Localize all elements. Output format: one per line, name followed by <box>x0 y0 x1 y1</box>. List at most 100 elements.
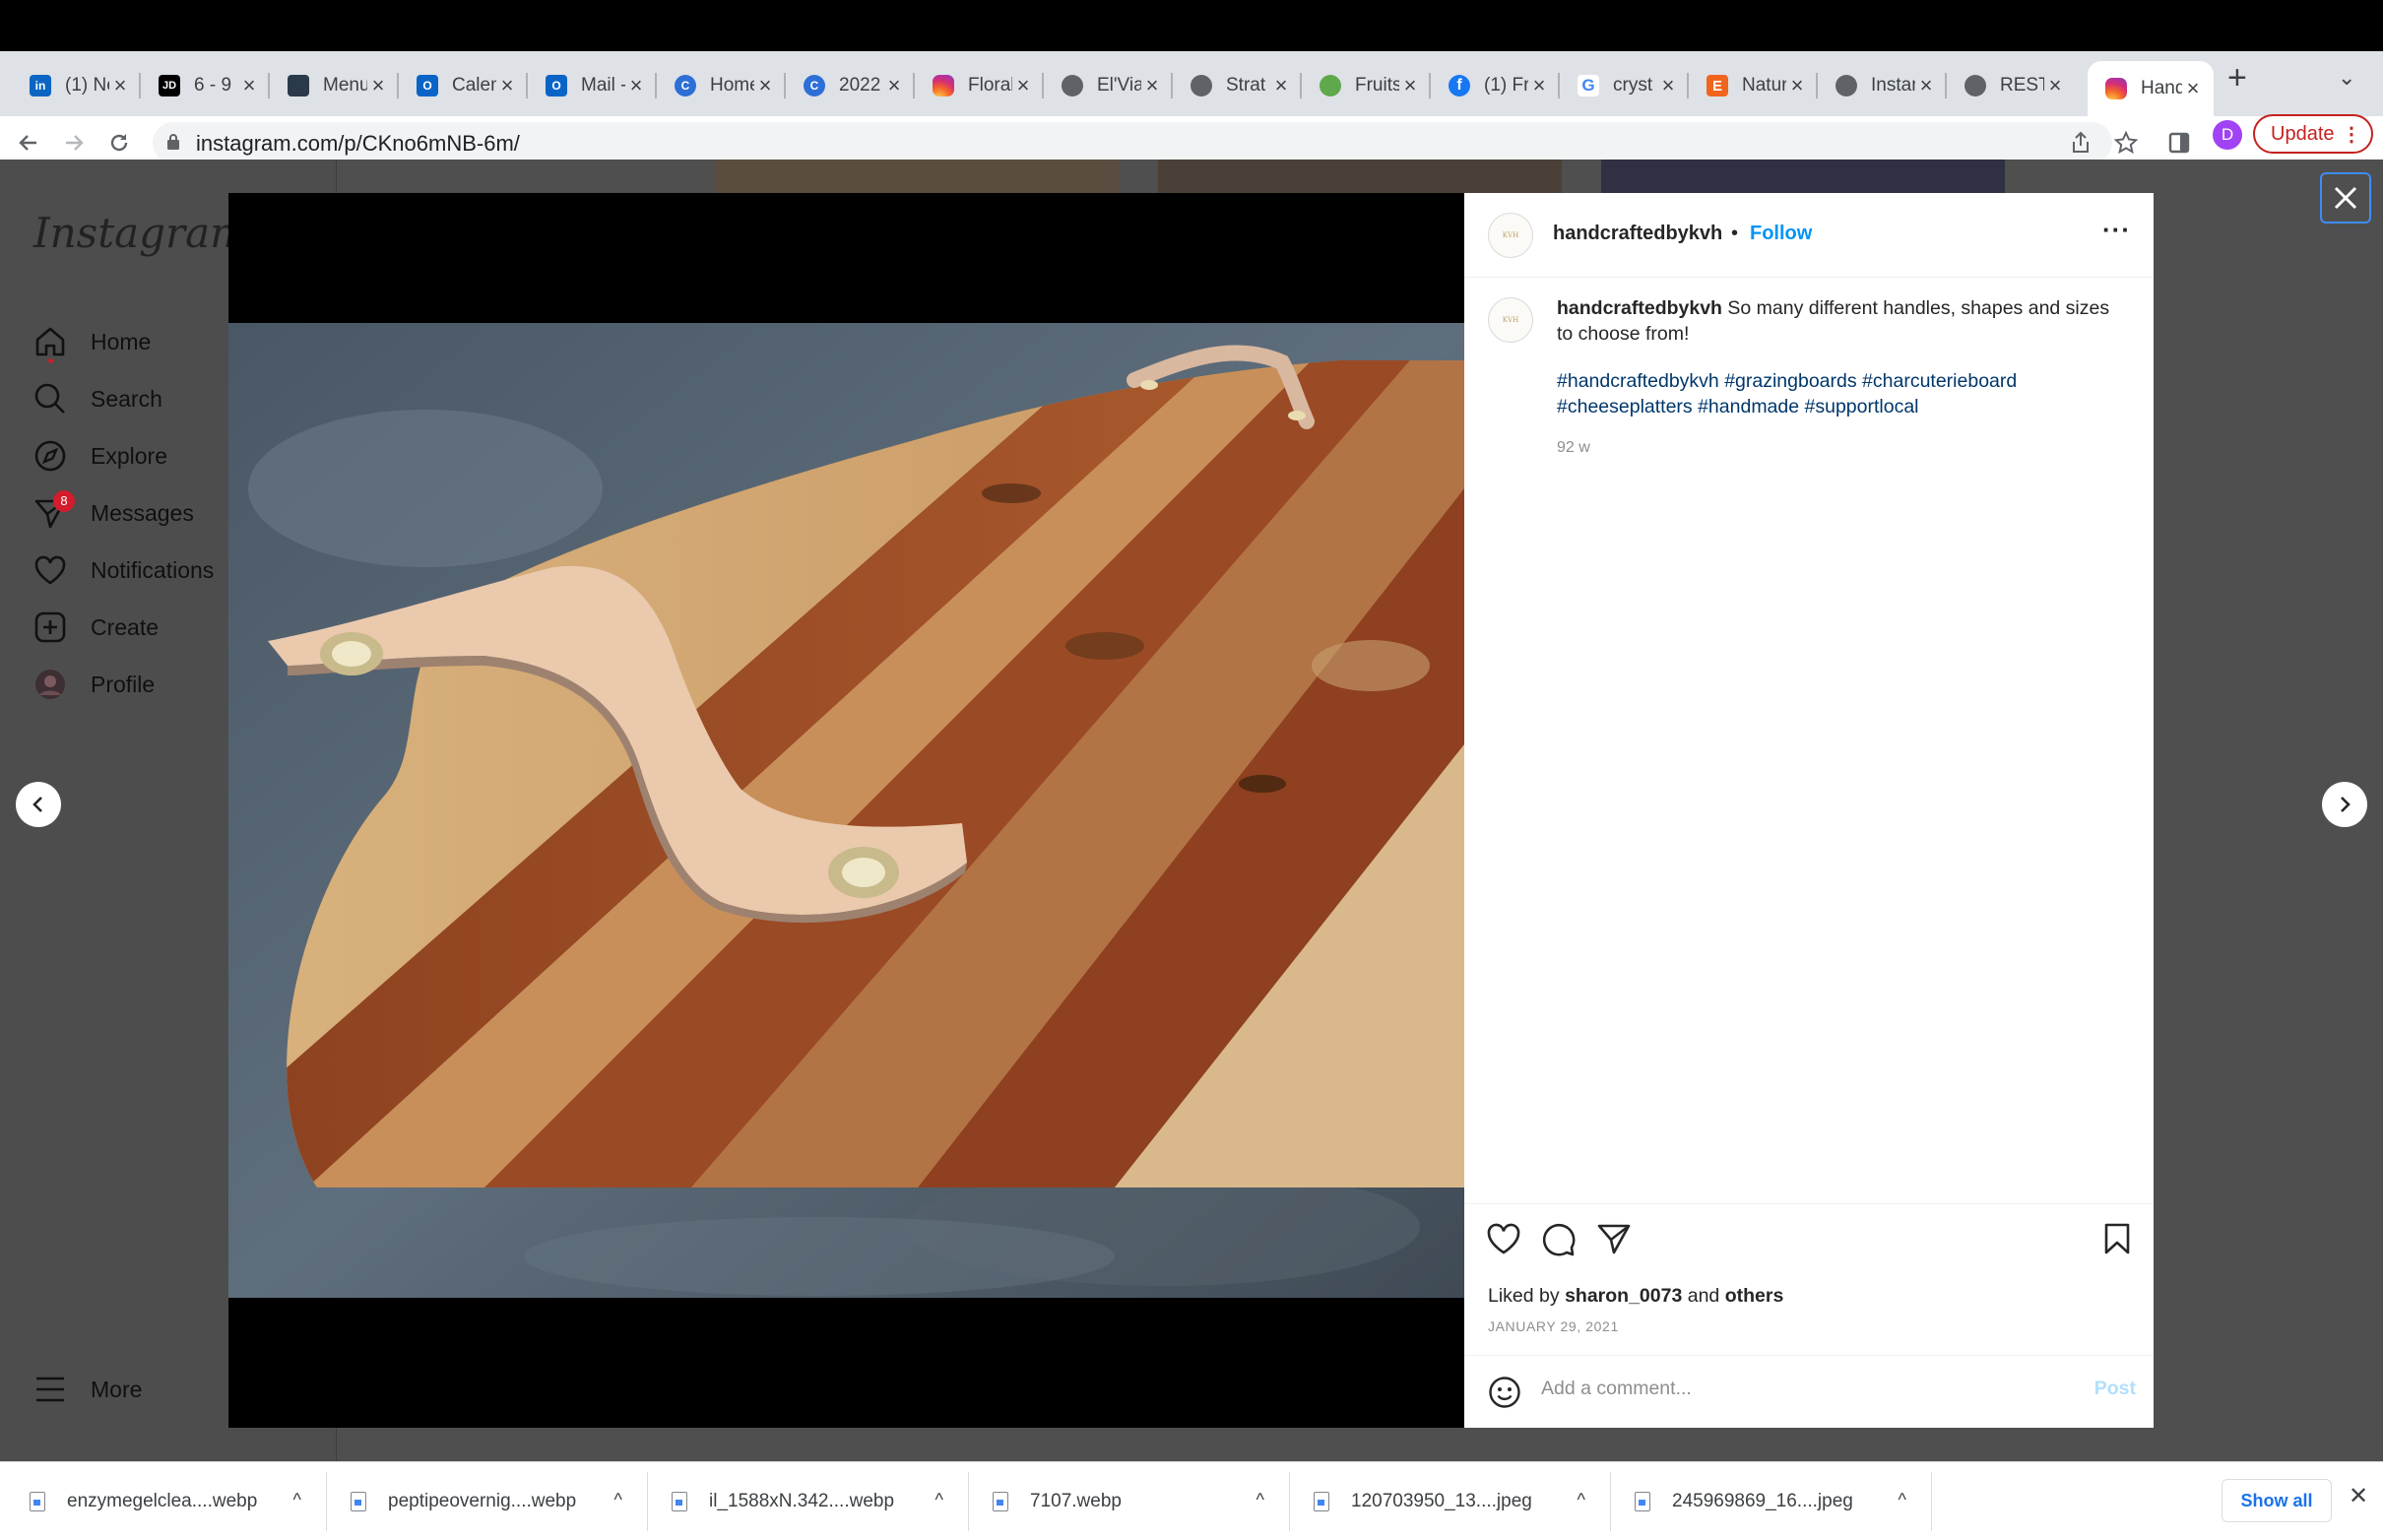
browser-tab[interactable]: Strat × <box>1173 61 1302 110</box>
post-image[interactable] <box>228 193 1464 1428</box>
post-comment-button[interactable]: Post <box>2094 1378 2136 1400</box>
caption-username[interactable]: handcraftedbykvh <box>1557 297 1722 319</box>
download-item[interactable]: il_1588xN.342....webp ^ <box>672 1472 967 1531</box>
tab-close-icon[interactable]: × <box>754 73 776 98</box>
tab-close-icon[interactable]: × <box>1657 73 1679 98</box>
fruits-site-icon <box>1320 75 1341 96</box>
chevron-up-icon[interactable]: ^ <box>1899 1490 1906 1510</box>
tab-close-icon[interactable]: × <box>625 73 647 98</box>
browser-tab[interactable]: Menu × <box>270 61 399 110</box>
url-text[interactable]: instagram.com/p/CKno6mNB-6m/ <box>196 131 520 157</box>
browser-tab[interactable]: O Calen × <box>399 61 528 110</box>
emoji-icon[interactable] <box>1488 1376 1521 1414</box>
like-heart-icon[interactable] <box>1486 1222 1521 1260</box>
nav-messages[interactable]: 8 Messages <box>32 488 194 538</box>
instagram-logo[interactable]: Instagram <box>33 209 249 257</box>
chevron-up-icon[interactable]: ^ <box>614 1490 622 1510</box>
browser-tab[interactable]: REST × <box>1947 61 2076 110</box>
tab-close-icon[interactable]: × <box>2044 73 2066 98</box>
liked-user-link[interactable]: sharon_0073 <box>1565 1285 1682 1307</box>
chevron-up-icon[interactable]: ^ <box>935 1490 943 1510</box>
tab-close-icon[interactable]: × <box>1012 73 1034 98</box>
downloads-bar: enzymegelclea....webp ^ peptipeovernig..… <box>0 1461 2383 1540</box>
close-modal-button[interactable] <box>2320 172 2371 224</box>
post-age: 92 w <box>1557 439 1590 456</box>
browser-tab[interactable]: O Mail - × <box>528 61 657 110</box>
tab-close-icon[interactable]: × <box>109 73 131 98</box>
nav-search[interactable]: Search <box>32 374 162 423</box>
forward-button[interactable] <box>55 124 93 161</box>
browser-tab[interactable]: El'Via × <box>1044 61 1173 110</box>
browser-tab-active[interactable]: Hand × <box>2088 61 2214 116</box>
previous-post-button[interactable] <box>16 782 61 827</box>
download-item[interactable]: enzymegelclea....webp ^ <box>30 1472 325 1531</box>
hashtags[interactable]: #handcraftedbykvh #grazingboards #charcu… <box>1557 368 2118 419</box>
tab-close-icon[interactable]: × <box>1141 73 1163 98</box>
tab-close-icon[interactable]: × <box>1915 73 1937 98</box>
tab-close-icon[interactable]: × <box>238 73 260 98</box>
globe-icon <box>1836 75 1857 96</box>
download-item[interactable]: 120703950_13....jpeg ^ <box>1314 1472 1609 1531</box>
browser-tab[interactable]: f (1) Fr × <box>1431 61 1560 110</box>
browser-tab[interactable]: Fruits × <box>1302 61 1431 110</box>
screen: in (1) Ne × JD 6 - 9 × Menu × O Calen × … <box>0 0 2383 1540</box>
share-paper-plane-icon[interactable] <box>1596 1222 1632 1260</box>
nav-profile[interactable]: Profile <box>32 660 155 709</box>
new-tab-button[interactable]: + <box>2227 59 2247 97</box>
tab-close-icon[interactable]: × <box>1786 73 1808 98</box>
download-item[interactable]: 245969869_16....jpeg ^ <box>1635 1472 1930 1531</box>
author-avatar[interactable]: KVH <box>1488 213 1533 258</box>
browser-tab[interactable]: in (1) Ne × <box>12 61 141 110</box>
globe-icon <box>1964 75 1986 96</box>
more-options-icon[interactable]: ··· <box>2102 215 2131 245</box>
browser-tab[interactable]: Floral × <box>915 61 1044 110</box>
liked-others-link[interactable]: others <box>1725 1285 1784 1307</box>
follow-button[interactable]: Follow <box>1750 223 1812 245</box>
tab-close-icon[interactable]: × <box>367 73 389 98</box>
browser-tab[interactable]: Instan × <box>1818 61 1947 110</box>
globe-icon <box>1062 75 1083 96</box>
browser-tab[interactable]: G cryst × <box>1560 61 1689 110</box>
side-panel-icon[interactable] <box>2162 126 2196 160</box>
nav-notifications[interactable]: Notifications <box>32 545 214 595</box>
nav-home[interactable]: Home <box>32 317 151 366</box>
nav-create[interactable]: Create <box>32 603 159 652</box>
nav-explore[interactable]: Explore <box>32 431 167 481</box>
browser-tab[interactable]: E Natur × <box>1689 61 1818 110</box>
tab-close-icon[interactable]: × <box>883 73 905 98</box>
omnibox[interactable]: instagram.com/p/CKno6mNB-6m/ <box>153 122 2112 163</box>
next-post-button[interactable] <box>2322 782 2367 827</box>
close-downloads-icon[interactable]: ✕ <box>2349 1482 2368 1510</box>
share-icon[interactable] <box>2064 126 2097 160</box>
author-username[interactable]: handcraftedbykvh <box>1553 223 1722 245</box>
profile-avatar[interactable]: D <box>2213 120 2242 150</box>
instagram-icon <box>2105 78 2127 99</box>
download-item[interactable]: 7107.webp ^ <box>993 1472 1288 1531</box>
comment-bubble-icon[interactable] <box>1541 1222 1577 1262</box>
nav-more[interactable]: More <box>32 1365 142 1414</box>
image-file-icon <box>672 1492 687 1511</box>
show-all-downloads-button[interactable]: Show all <box>2222 1479 2332 1522</box>
tab-search-chevron-icon[interactable]: ⌄ <box>2338 65 2355 91</box>
chevron-up-icon[interactable]: ^ <box>293 1490 301 1510</box>
chevron-up-icon[interactable]: ^ <box>1256 1490 1264 1510</box>
profile-avatar-icon <box>32 666 69 703</box>
tab-close-icon[interactable]: × <box>2182 76 2204 101</box>
tab-close-icon[interactable]: × <box>1399 73 1421 98</box>
reload-button[interactable] <box>100 124 138 161</box>
save-bookmark-icon[interactable] <box>2102 1222 2132 1260</box>
comment-input[interactable]: Add a comment... <box>1541 1378 1692 1400</box>
download-item[interactable]: peptipeovernig....webp ^ <box>351 1472 646 1531</box>
chevron-up-icon[interactable]: ^ <box>1578 1490 1585 1510</box>
caption-avatar[interactable]: KVH <box>1488 297 1533 343</box>
browser-tab[interactable]: C Home × <box>657 61 786 110</box>
update-button[interactable]: Update ⋮ <box>2253 114 2373 154</box>
browser-tab[interactable]: JD 6 - 9 × <box>141 61 270 110</box>
window-top-bar <box>0 0 2383 51</box>
back-button[interactable] <box>10 124 47 161</box>
tab-close-icon[interactable]: × <box>1528 73 1550 98</box>
bookmark-star-icon[interactable] <box>2109 126 2143 160</box>
tab-close-icon[interactable]: × <box>496 73 518 98</box>
tab-close-icon[interactable]: × <box>1270 73 1292 98</box>
browser-tab[interactable]: C 2022 × <box>786 61 915 110</box>
